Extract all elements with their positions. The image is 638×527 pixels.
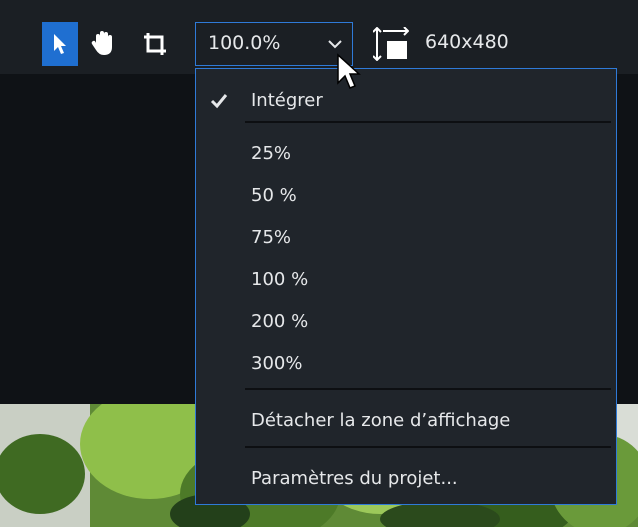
menu-item-label: Paramètres du projet...	[251, 468, 458, 489]
menu-item-zoom-100[interactable]: 100 %	[196, 262, 616, 298]
zoom-menu: Intégrer 25% 50 % 75% 100 % 200 % 300% D…	[195, 68, 617, 505]
menu-item-detach-viewer[interactable]: Détacher la zone d’affichage	[196, 403, 616, 439]
zoom-level-dropdown[interactable]: 100.0%	[195, 22, 353, 66]
menu-item-zoom-25[interactable]: 25%	[196, 136, 616, 172]
menu-item-label: 50 %	[251, 185, 297, 206]
zoom-level-value: 100.0%	[208, 32, 281, 54]
mouse-cursor-icon	[337, 53, 361, 89]
menu-separator	[245, 121, 611, 123]
chevron-down-icon	[328, 40, 342, 49]
menu-separator	[245, 446, 611, 448]
menu-item-label: 200 %	[251, 311, 309, 332]
checkmark-icon	[210, 94, 228, 109]
menu-item-zoom-200[interactable]: 200 %	[196, 304, 616, 340]
crop-tool-button[interactable]	[137, 22, 173, 66]
menu-item-label: 100 %	[251, 269, 309, 290]
hand-icon	[91, 31, 112, 55]
pointer-icon	[54, 34, 66, 54]
toolbar: 100.0% 640x480	[0, 0, 638, 74]
menu-item-project-settings[interactable]: Paramètres du projet...	[196, 461, 616, 497]
menu-item-fit[interactable]: Intégrer	[196, 83, 616, 119]
preview-window: 100.0% 640x480 Intégrer 25% 50 % 75% 100…	[0, 0, 638, 527]
resolution-icon[interactable]	[373, 27, 409, 61]
menu-item-label: Intégrer	[251, 90, 323, 111]
menu-item-zoom-75[interactable]: 75%	[196, 220, 616, 256]
menu-item-label: 25%	[251, 143, 292, 164]
crop-icon	[144, 33, 166, 55]
menu-item-zoom-50[interactable]: 50 %	[196, 178, 616, 214]
menu-item-label: 300%	[251, 353, 303, 374]
menu-item-label: 75%	[251, 227, 292, 248]
hand-tool-button[interactable]	[85, 22, 121, 66]
menu-item-label: Détacher la zone d’affichage	[251, 410, 511, 431]
menu-item-zoom-300[interactable]: 300%	[196, 346, 616, 382]
pointer-tool-button[interactable]	[42, 22, 78, 66]
resolution-label: 640x480	[425, 31, 509, 53]
menu-separator	[245, 388, 611, 390]
